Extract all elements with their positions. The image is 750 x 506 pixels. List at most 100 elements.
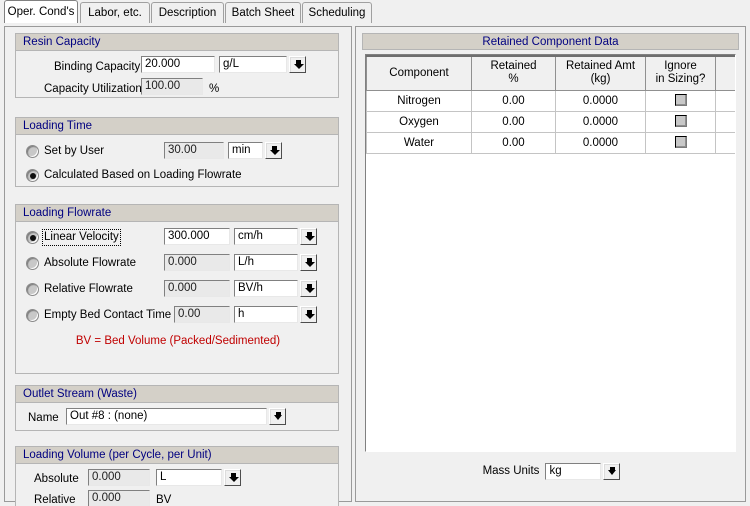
empty-bed-contact-time-unit[interactable]: h xyxy=(234,306,298,323)
empty-bed-contact-time-input[interactable]: 0.00 xyxy=(174,306,230,323)
retained-component-data-title: Retained Component Data xyxy=(362,33,739,50)
cell-retained-amt[interactable]: 0.0000 xyxy=(555,131,646,154)
chevron-down-icon xyxy=(304,262,315,267)
column-header-ignore-in-sizing[interactable]: Ignore in Sizing? xyxy=(645,55,716,91)
cell-component[interactable]: Water xyxy=(366,131,472,154)
loading-time-unit[interactable]: min xyxy=(228,142,263,159)
tab-label: Oper. Cond's xyxy=(7,6,75,18)
chevron-down-icon xyxy=(273,415,282,420)
radio-ring xyxy=(26,309,39,322)
tab-description[interactable]: Description xyxy=(151,2,224,23)
mass-units-value[interactable]: kg xyxy=(545,462,602,480)
group-title-loading-flowrate: Loading Flowrate xyxy=(16,205,338,222)
cell-ignore-in-sizing[interactable] xyxy=(645,110,716,133)
radio-label-set-by-user[interactable]: Set by User xyxy=(44,145,104,158)
radio-set-by-user[interactable] xyxy=(26,145,39,158)
linear-velocity-unit[interactable]: cm/h xyxy=(234,228,298,245)
binding-capacity-input[interactable]: 20.000 xyxy=(141,56,215,73)
capacity-utilization-label: Capacity Utilization xyxy=(44,83,142,95)
table-row[interactable]: Water 0.00 0.0000 xyxy=(366,131,735,154)
binding-capacity-label: Binding Capacity xyxy=(54,61,141,73)
relative-flowrate-input[interactable]: 0.000 xyxy=(164,280,230,297)
tab-oper-conds[interactable]: Oper. Cond's xyxy=(4,0,78,23)
radio-label-absolute-flowrate[interactable]: Absolute Flowrate xyxy=(44,257,136,270)
tab-scheduling[interactable]: Scheduling xyxy=(302,2,372,23)
loading-volume-absolute-unit[interactable]: L xyxy=(156,469,222,486)
cell-retained-pct[interactable]: 0.00 xyxy=(471,131,556,154)
radio-linear-velocity[interactable] xyxy=(26,231,39,244)
radio-label-calculated-from-flowrate[interactable]: Calculated Based on Loading Flowrate xyxy=(44,169,242,182)
ignore-in-sizing-checkbox[interactable] xyxy=(674,115,687,128)
table-row[interactable]: Nitrogen 0.00 0.0000 xyxy=(366,89,735,112)
loading-volume-unit-dropdown-button[interactable] xyxy=(224,469,241,486)
column-header-component[interactable]: Component xyxy=(366,55,472,91)
group-loading-flowrate: Loading Flowrate Linear Velocity 300.000… xyxy=(15,204,339,374)
capacity-utilization-unit: % xyxy=(209,83,220,95)
absolute-flowrate-input[interactable]: 0.000 xyxy=(164,254,230,271)
mass-units-combo[interactable]: kg xyxy=(545,462,621,480)
outlet-stream-name-combo[interactable]: Out #8 : (none) xyxy=(66,408,286,425)
table-row[interactable]: Oxygen 0.00 0.0000 xyxy=(366,110,735,133)
cell-component[interactable]: Oxygen xyxy=(366,110,472,133)
column-header-retained-amt[interactable]: Retained Amt (kg) xyxy=(555,55,646,91)
radio-label-empty-bed-contact-time[interactable]: Empty Bed Contact Time xyxy=(44,309,171,322)
capacity-utilization-input[interactable]: 100.00 xyxy=(141,78,203,95)
relative-flowrate-unit-dropdown-button[interactable] xyxy=(300,280,317,297)
loading-time-input[interactable]: 30.00 xyxy=(164,142,224,159)
cell-retained-amt[interactable]: 0.0000 xyxy=(555,110,646,133)
group-title-resin-capacity: Resin Capacity xyxy=(16,34,338,51)
retained-component-table-container[interactable]: Component Retained % Retained Amt (kg) I… xyxy=(365,54,736,452)
column-header-retained-pct[interactable]: Retained % xyxy=(471,55,556,91)
outlet-stream-name-value[interactable]: Out #8 : (none) xyxy=(66,408,267,425)
tab-batch-sheet[interactable]: Batch Sheet xyxy=(225,2,301,23)
chevron-down-icon xyxy=(293,64,304,69)
radio-dot xyxy=(29,234,36,241)
binding-capacity-unit-dropdown-button[interactable] xyxy=(289,56,306,73)
linear-velocity-input[interactable]: 300.000 xyxy=(164,228,230,245)
tab-labor-etc[interactable]: Labor, etc. xyxy=(80,2,150,23)
radio-ring xyxy=(26,283,39,296)
cell-retained-amt[interactable]: 0.0000 xyxy=(555,89,646,112)
header-line-2: in Sizing? xyxy=(655,73,706,86)
radio-absolute-flowrate[interactable] xyxy=(26,257,39,270)
absolute-flowrate-unit[interactable]: L/h xyxy=(234,254,298,271)
group-title-loading-time: Loading Time xyxy=(16,118,338,135)
ignore-in-sizing-checkbox[interactable] xyxy=(674,94,687,107)
cell-retained-pct[interactable]: 0.00 xyxy=(471,89,556,112)
header-line-1: Retained xyxy=(490,60,537,73)
chevron-down-icon xyxy=(607,469,616,475)
absolute-flowrate-unit-dropdown-button[interactable] xyxy=(300,254,317,271)
cell-retained-pct[interactable]: 0.00 xyxy=(471,110,556,133)
loading-time-unit-dropdown-button[interactable] xyxy=(265,142,282,159)
loading-volume-absolute-input[interactable]: 0.000 xyxy=(88,469,150,486)
cell-ignore-in-sizing[interactable] xyxy=(645,131,716,154)
loading-volume-relative-input[interactable]: 0.000 xyxy=(88,490,150,506)
tab-label: Description xyxy=(158,7,217,19)
mass-units-dropdown-button[interactable] xyxy=(603,462,621,480)
radio-calculated-from-flowrate[interactable] xyxy=(26,169,39,182)
table-body: Nitrogen 0.00 0.0000 Oxygen 0.00 0.0000 xyxy=(366,89,735,154)
header-line-2: (kg) xyxy=(590,73,611,86)
radio-empty-bed-contact-time[interactable] xyxy=(26,309,39,322)
group-title-outlet-stream: Outlet Stream (Waste) xyxy=(16,386,338,403)
binding-capacity-unit[interactable]: g/L xyxy=(219,56,287,73)
relative-flowrate-unit[interactable]: BV/h xyxy=(234,280,298,297)
mass-units-row: Mass Units kg xyxy=(356,459,747,483)
retained-component-pane: Retained Component Data Component Retain… xyxy=(355,26,746,502)
radio-relative-flowrate[interactable] xyxy=(26,283,39,296)
radio-label-linear-velocity[interactable]: Linear Velocity xyxy=(42,229,121,246)
header-line-2: % xyxy=(508,73,519,86)
outlet-stream-name-dropdown-button[interactable] xyxy=(269,408,286,425)
tab-bar: Oper. Cond's Labor, etc. Description Bat… xyxy=(0,0,750,24)
ignore-in-sizing-checkbox[interactable] xyxy=(674,136,687,149)
empty-bed-contact-time-unit-dropdown-button[interactable] xyxy=(300,306,317,323)
cell-component[interactable]: Nitrogen xyxy=(366,89,472,112)
cell-ignore-in-sizing[interactable] xyxy=(645,89,716,112)
retained-component-table: Component Retained % Retained Amt (kg) I… xyxy=(366,55,735,154)
radio-ring xyxy=(26,145,39,158)
linear-velocity-unit-dropdown-button[interactable] xyxy=(300,228,317,245)
left-settings-pane: Resin Capacity Binding Capacity 20.000 g… xyxy=(4,26,352,506)
chevron-down-icon xyxy=(304,236,315,241)
radio-label-relative-flowrate[interactable]: Relative Flowrate xyxy=(44,283,133,296)
cell-spacer xyxy=(715,110,735,133)
